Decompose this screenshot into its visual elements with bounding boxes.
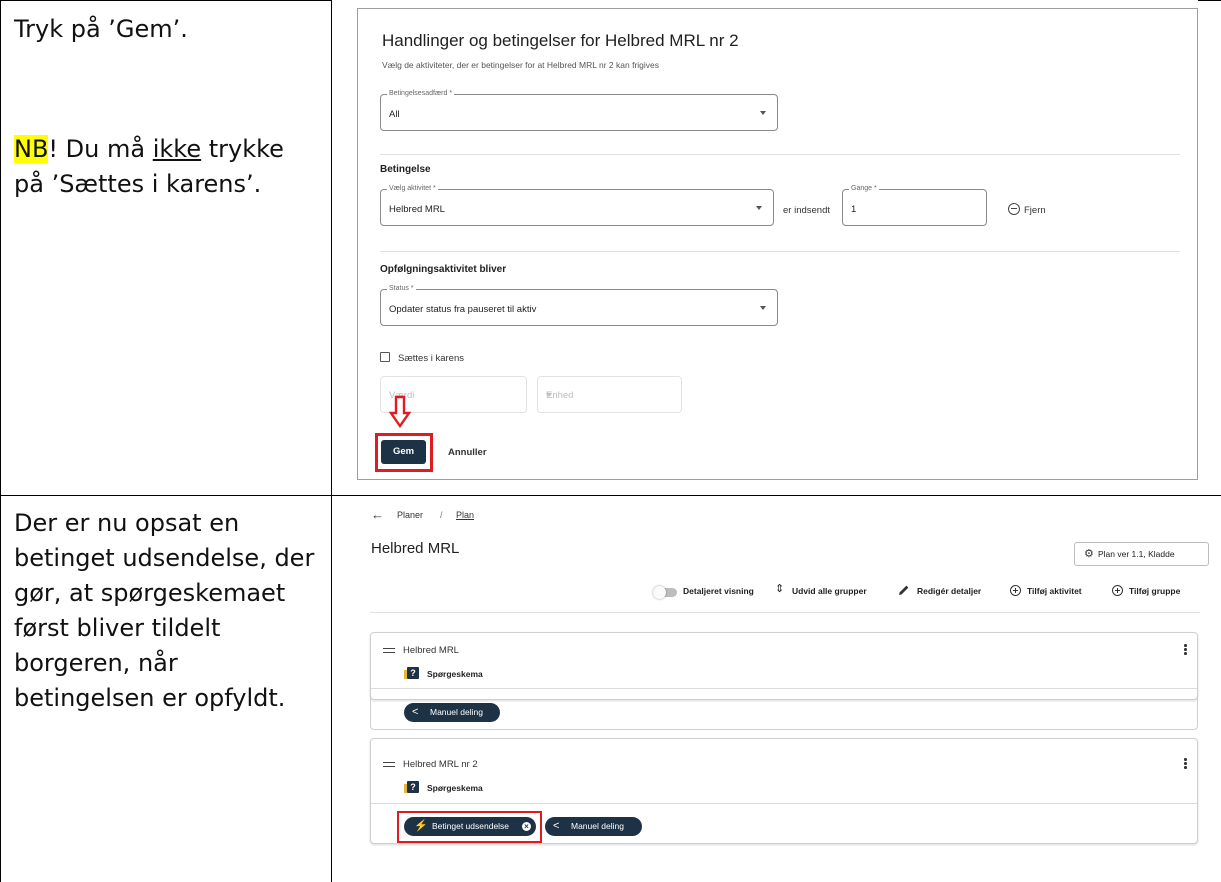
questionnaire-icon: ? [404,667,419,679]
activity-value: Helbred MRL [389,204,445,215]
manual-sharing-chip[interactable]: < Manuel deling [545,817,642,836]
add-group-button[interactable]: Tilføj gruppe [1129,586,1180,596]
conditional-send-chip[interactable]: ⚡ Betinget udsendelse × [404,817,536,836]
behavior-select[interactable]: Betingelsesadfærd * All [380,89,778,131]
remove-button[interactable]: Fjern [1024,205,1046,216]
save-button[interactable]: Gem [381,440,426,464]
unit-select[interactable]: Enhed [537,376,682,413]
chip-label: Betinget udsendelse [432,821,510,831]
status-value: Opdater status fra pauseret til aktiv [389,304,537,315]
drag-handle-icon[interactable] [383,648,395,653]
detailed-view-toggle[interactable] [653,586,677,599]
dialog-subtitle: Vælg de aktiviteter, der er betingelser … [382,60,660,70]
chevron-down-icon [546,393,552,397]
more-vert-icon[interactable] [1184,758,1187,770]
detailed-view-label: Detaljeret visning [683,586,754,596]
activity-item-label: Spørgeskema [427,669,483,679]
share-icon: < [553,820,560,832]
conditions-dialog-screenshot: Handlinger og betingelser for Helbred MR… [357,8,1198,480]
table-border-top-left [0,0,331,1]
unfold-icon[interactable]: ⇕ [775,582,784,595]
behavior-label: Betingelsesadfærd * [387,89,455,99]
table-border-left [0,0,1,882]
chevron-down-icon [756,206,762,210]
activity-item-label: Spørgeskema [427,783,483,793]
instruction-step-save: Tryk på ’Gem’. [14,12,319,47]
dialog-title: Handlinger og betingelser for Helbred MR… [382,31,739,50]
instruction-line: Tryk på ’Gem’. [14,15,188,43]
add-activity-button[interactable]: Tilføj aktivitet [1027,586,1082,596]
remove-chip-icon[interactable]: × [522,822,531,831]
more-vert-icon[interactable] [1184,644,1187,656]
page-title: Helbred MRL [371,540,460,557]
questionnaire-icon: ? [404,781,419,793]
version-button[interactable]: ⚙ Plan ver 1.1, Kladde [1074,542,1209,566]
chevron-down-icon [760,306,766,310]
table-border-top-right [1198,0,1221,1]
breadcrumb-plan[interactable]: Plan [456,510,474,520]
quarantine-label: Sættes i karens [398,353,464,364]
back-arrow-icon[interactable]: ← [371,507,384,522]
section-divider [380,251,1180,252]
behavior-value: All [389,109,400,120]
activity-select[interactable]: Vælg aktivitet * Helbred MRL [380,184,774,226]
table-column-divider [331,0,332,882]
note-text-a: ! Du må [48,135,153,163]
breadcrumb-planer[interactable]: Planer [397,510,423,520]
table-row-divider [0,495,1221,496]
card-title: Helbred MRL nr 2 [403,759,478,770]
submitted-text: er indsendt [783,205,831,216]
section-divider [380,154,1180,155]
edit-details-button[interactable]: Redigér detaljer [917,586,981,596]
status-select[interactable]: Status * Opdater status fra pauseret til… [380,284,778,326]
instruction-note: NB! Du må ikke trykke på ’Sættes i karen… [14,132,319,202]
times-input[interactable]: Gange * 1 [842,184,987,226]
version-label: Plan ver 1.1, Kladde [1098,549,1175,559]
arrow-down-icon [389,395,411,429]
status-label: Status * [387,284,416,294]
quarantine-checkbox[interactable] [380,352,390,362]
times-label: Gange * [849,184,879,194]
followup-heading: Opfølgningsaktivitet bliver [380,264,507,275]
add-activity-icon[interactable] [1010,585,1021,596]
times-value: 1 [851,204,857,215]
card-title: Helbred MRL [403,645,459,656]
breadcrumb-separator: / [440,510,443,520]
instruction-result: Der er nu opsat en betinget udsendelse, … [14,506,319,716]
bolt-icon: ⚡ [414,820,428,832]
plan-screenshot: ← Planer / Plan Helbred MRL ⚙ Plan ver 1… [359,498,1209,878]
cancel-button[interactable]: Annuller [448,447,487,458]
remove-circle-icon[interactable] [1008,203,1020,215]
gear-icon: ⚙ [1084,548,1094,560]
note-highlight: NB [14,135,49,163]
condition-heading: Betingelse [380,164,431,175]
edit-pencil-icon[interactable] [898,584,910,596]
chevron-down-icon [760,111,766,115]
drag-handle-icon[interactable] [383,762,395,767]
note-underlined: ikke [152,135,202,163]
card-divider [371,803,1197,804]
activity-label: Vælg aktivitet * [387,184,438,194]
add-group-icon[interactable] [1112,585,1123,596]
instruction-result-text: Der er nu opsat en betinget udsendelse, … [14,509,315,712]
card-footer [370,686,1198,730]
chip-label: Manuel deling [571,821,624,831]
expand-groups-button[interactable]: Udvid alle grupper [792,586,867,596]
toolbar-divider [370,612,1200,613]
